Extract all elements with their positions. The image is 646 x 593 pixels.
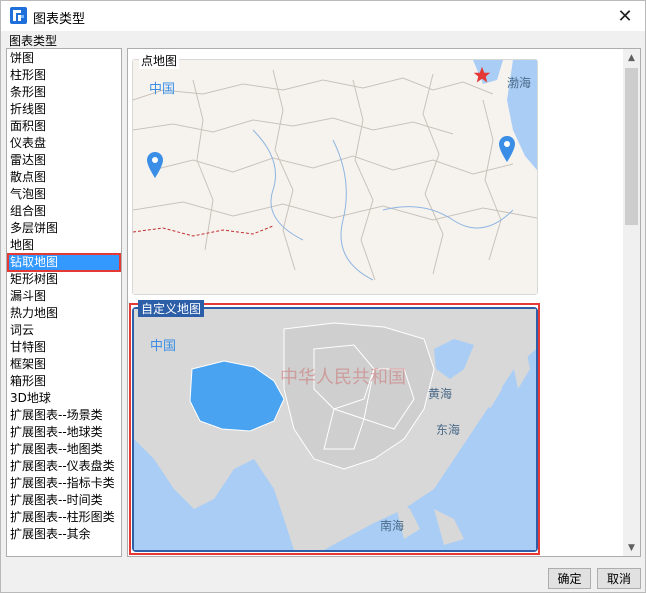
group-label: 图表类型 bbox=[8, 32, 59, 49]
chart-type-item[interactable]: 多层饼图 bbox=[8, 220, 120, 237]
dialog-body: 图表类型 饼图 柱形图 条形图 折线图 面积图 仪表盘 雷达图 散点图 气泡图 组合图 多层饼图 地图… bbox=[1, 31, 645, 563]
close-icon: ✕ bbox=[617, 5, 633, 27]
scroll-down-button[interactable]: ▼ bbox=[623, 539, 640, 556]
country-label: 中国 bbox=[149, 82, 176, 97]
sea-label-bohai: 渤海 bbox=[507, 76, 532, 90]
chart-type-item[interactable]: 扩展图表--柱形图类 bbox=[8, 509, 120, 526]
chevron-down-icon: ▼ bbox=[628, 542, 635, 553]
scroll-thumb[interactable] bbox=[625, 68, 638, 225]
dialog-footer: 确定 取消 bbox=[1, 563, 645, 592]
chart-type-item[interactable]: 面积图 bbox=[8, 118, 120, 135]
sea-label-yellow-sea: 黄海 bbox=[428, 387, 453, 401]
window-title: 图表类型 bbox=[33, 12, 86, 27]
chart-type-item[interactable]: 组合图 bbox=[8, 203, 120, 220]
map-pin-icon bbox=[499, 136, 515, 162]
map-watermark: 中华人民共和国 bbox=[280, 367, 406, 388]
map-pin-icon bbox=[147, 152, 163, 178]
scroll-up-button[interactable]: ▲ bbox=[623, 49, 640, 66]
chart-type-item[interactable]: 扩展图表--仪表盘类 bbox=[8, 458, 120, 475]
chart-type-item[interactable]: 甘特图 bbox=[8, 339, 120, 356]
chart-type-item[interactable]: 饼图 bbox=[8, 50, 120, 67]
preview-card-point-map[interactable]: 中国 渤海 点地图 bbox=[132, 52, 538, 295]
chart-type-item[interactable]: 雷达图 bbox=[8, 152, 120, 169]
chart-type-item[interactable]: 框架图 bbox=[8, 356, 120, 373]
chart-type-item[interactable]: 扩展图表--地球类 bbox=[8, 424, 120, 441]
chart-type-item[interactable]: 3D地球 bbox=[8, 390, 120, 407]
chart-type-item[interactable]: 气泡图 bbox=[8, 186, 120, 203]
custom-map-image bbox=[134, 309, 536, 550]
preview-scrollbar[interactable]: ▲ ▼ bbox=[623, 49, 640, 556]
chart-type-item[interactable]: 扩展图表--其余 bbox=[8, 526, 120, 543]
chart-type-item[interactable]: 箱形图 bbox=[8, 373, 120, 390]
chart-type-item[interactable]: 散点图 bbox=[8, 169, 120, 186]
preview-panel[interactable]: 中国 渤海 点地图 中国 中华人民共和国 黄海 东海 南海 自定义地图 ▲ ▼ bbox=[127, 48, 641, 557]
star-icon bbox=[473, 66, 491, 83]
chart-type-item[interactable]: 条形图 bbox=[8, 84, 120, 101]
chart-type-item[interactable]: 柱形图 bbox=[8, 67, 120, 84]
chart-type-item[interactable]: 扩展图表--时间类 bbox=[8, 492, 120, 509]
card-title-point-map: 点地图 bbox=[139, 52, 180, 69]
preview-card-custom-map[interactable]: 中国 中华人民共和国 黄海 东海 南海 自定义地图 bbox=[132, 300, 538, 552]
sea-label-east-sea: 东海 bbox=[436, 423, 461, 437]
chart-type-list[interactable]: 饼图 柱形图 条形图 折线图 面积图 仪表盘 雷达图 散点图 气泡图 组合图 多层饼图 地图 钻取地图矩… bbox=[6, 48, 122, 557]
chart-type-item[interactable]: 扩展图表--场景类 bbox=[8, 407, 120, 424]
point-map-image bbox=[133, 60, 537, 294]
dialog-window: 图表类型 ✕ 图表类型 饼图 柱形图 条形图 折线图 面积图 仪表盘 雷达图 散点图 气泡图 组合… bbox=[0, 0, 646, 593]
chart-type-item[interactable]: 折线图 bbox=[8, 101, 120, 118]
chart-type-item[interactable]: 热力地图 bbox=[8, 305, 120, 322]
sea-label-south-sea: 南海 bbox=[380, 519, 405, 533]
chart-type-item[interactable]: 地图 bbox=[8, 237, 120, 254]
chart-type-item[interactable]: 仪表盘 bbox=[8, 135, 120, 152]
chevron-up-icon: ▲ bbox=[628, 52, 635, 63]
chart-type-item[interactable]: 钻取地图 bbox=[7, 253, 121, 272]
chart-type-item[interactable]: 矩形树图 bbox=[8, 271, 120, 288]
app-logo-icon bbox=[10, 7, 27, 24]
close-button[interactable]: ✕ bbox=[611, 3, 639, 29]
ok-button[interactable]: 确定 bbox=[548, 568, 591, 589]
chart-type-item[interactable]: 词云 bbox=[8, 322, 120, 339]
card-title-custom-map: 自定义地图 bbox=[138, 300, 205, 317]
chart-type-item[interactable]: 扩展图表--指标卡类 bbox=[8, 475, 120, 492]
country-label: 中国 bbox=[150, 339, 177, 354]
title-bar[interactable]: 图表类型 ✕ bbox=[1, 1, 645, 31]
cancel-button[interactable]: 取消 bbox=[597, 568, 641, 589]
chart-type-item[interactable]: 扩展图表--地图类 bbox=[8, 441, 120, 458]
chart-type-item[interactable]: 漏斗图 bbox=[8, 288, 120, 305]
